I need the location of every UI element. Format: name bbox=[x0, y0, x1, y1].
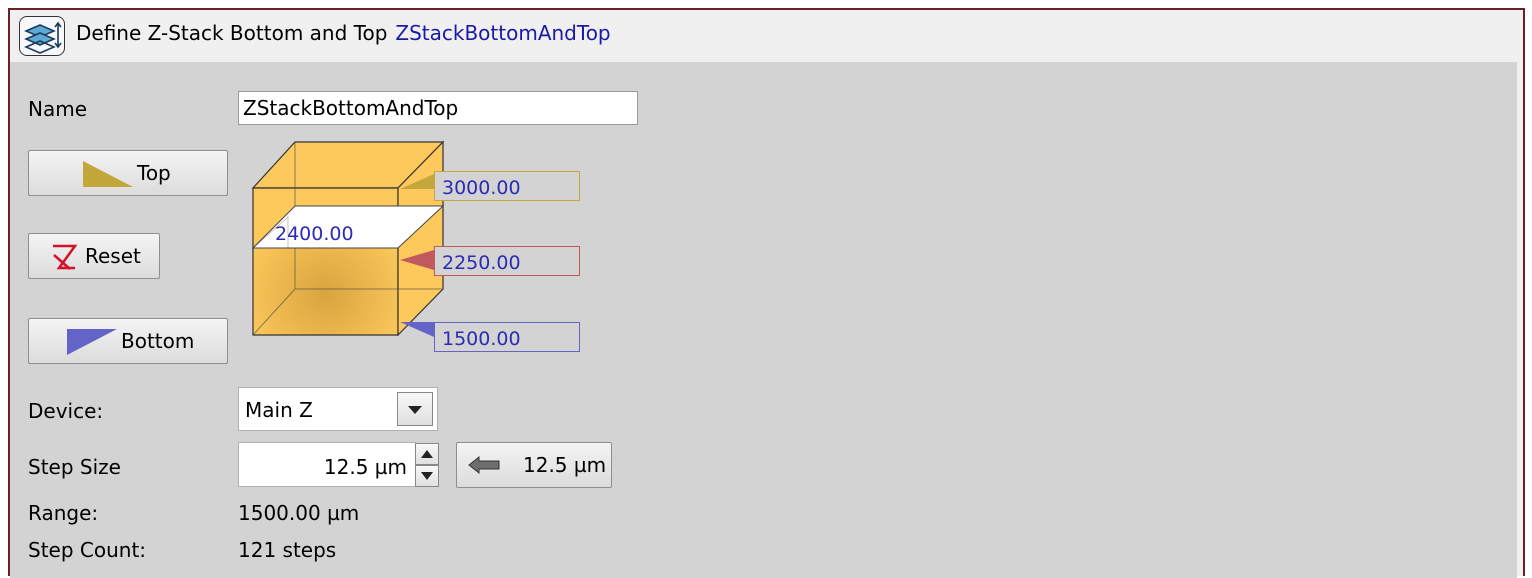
dialog-window: Define Z-Stack Bottom and Top ZStackBotto… bbox=[8, 8, 1525, 578]
bottom-value: 1500.00 bbox=[434, 322, 580, 352]
device-label: Device: bbox=[28, 399, 104, 423]
top-value: 3000.00 bbox=[434, 171, 580, 201]
step-size-value: 12.5 µm bbox=[323, 455, 407, 479]
step-size-decrement[interactable] bbox=[415, 465, 439, 487]
top-marker-icon bbox=[400, 174, 434, 189]
bottom-triangle-icon bbox=[67, 329, 117, 355]
top-button-label: Top bbox=[137, 161, 171, 185]
reset-button-label: Reset bbox=[85, 244, 141, 268]
step-count-label: Step Count: bbox=[28, 538, 147, 562]
range-value: 1500.00 µm bbox=[238, 501, 360, 525]
title-bar: Define Z-Stack Bottom and Top ZStackBotto… bbox=[10, 10, 1523, 62]
reset-button[interactable]: Reset bbox=[28, 233, 160, 279]
step-size-input[interactable]: 12.5 µm bbox=[238, 442, 416, 487]
name-label: Name bbox=[28, 97, 88, 121]
device-dropdown-button[interactable] bbox=[397, 392, 433, 426]
spin-down-icon bbox=[421, 472, 433, 480]
bottom-button-label: Bottom bbox=[121, 329, 195, 353]
spin-up-icon bbox=[421, 450, 433, 458]
name-input[interactable]: ZStackBottomAndTop bbox=[238, 91, 638, 125]
apply-step-size-label: 12.5 µm bbox=[523, 453, 607, 477]
top-button[interactable]: Top bbox=[28, 150, 228, 196]
z-stack-icon bbox=[19, 16, 65, 56]
dropdown-arrow-icon bbox=[408, 406, 422, 414]
title-experiment-name: ZStackBottomAndTop bbox=[395, 21, 611, 45]
middle-marker-icon bbox=[400, 250, 434, 270]
bottom-button[interactable]: Bottom bbox=[28, 318, 228, 364]
reset-icon bbox=[53, 244, 78, 270]
apply-step-size-button[interactable]: 12.5 µm bbox=[456, 442, 612, 488]
bottom-marker-icon bbox=[400, 322, 434, 337]
device-select-value: Main Z bbox=[245, 398, 313, 422]
step-size-increment[interactable] bbox=[415, 443, 439, 465]
left-arrow-icon bbox=[468, 455, 500, 475]
range-label: Range: bbox=[28, 501, 99, 525]
settings-panel: Name ZStackBottomAndTop Top Reset Bottom bbox=[10, 62, 1517, 578]
middle-value: 2250.00 bbox=[434, 246, 580, 276]
top-triangle-icon bbox=[83, 161, 133, 187]
title-label: Define Z-Stack Bottom and Top bbox=[76, 21, 388, 45]
step-size-label: Step Size bbox=[28, 455, 121, 479]
step-count-value: 121 steps bbox=[238, 538, 337, 562]
dialog-title: Define Z-Stack Bottom and Top ZStackBotto… bbox=[76, 21, 611, 45]
current-z-value: 2400.00 bbox=[275, 223, 354, 245]
device-select[interactable]: Main Z bbox=[238, 387, 438, 431]
